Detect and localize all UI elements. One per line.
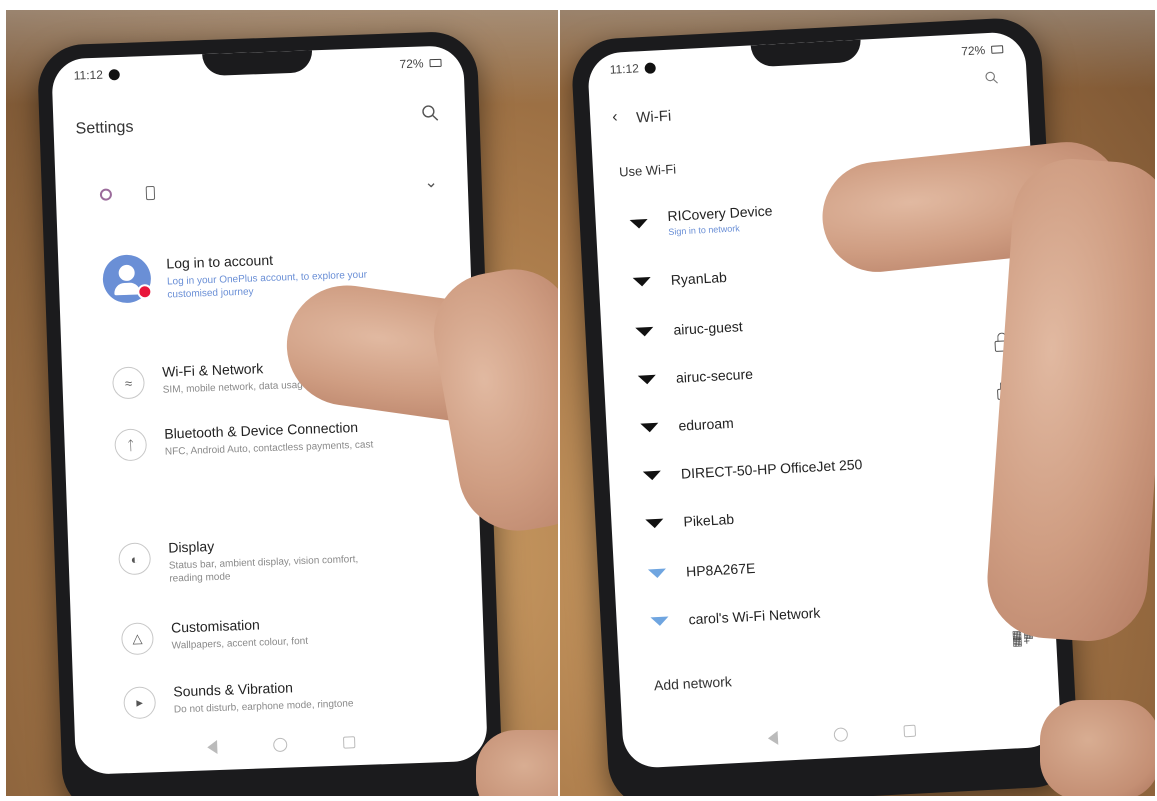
account-title: Log in to account: [166, 251, 274, 272]
left-photo: 11:12 72% Settings ⌄ Log in to account L…: [6, 10, 558, 796]
network-name: RyanLab: [670, 268, 728, 288]
network-name: PikeLab: [683, 510, 735, 530]
nav-recents-icon[interactable]: [342, 736, 356, 749]
back-arrow-icon[interactable]: ‹: [612, 108, 618, 126]
wifi-signal-icon: [635, 326, 654, 337]
wifi-signal-icon: [642, 470, 662, 481]
settings-item-customisation[interactable]: △ Customisation Wallpapers, accent colou…: [120, 615, 309, 656]
settings-item-subtitle: NFC, Android Auto, contactless payments,…: [164, 439, 374, 458]
nav-home-icon[interactable]: [833, 727, 849, 742]
battery-icon: [991, 45, 1004, 54]
network-row[interactable]: airuc-secure: [637, 365, 754, 388]
battery-icon: [429, 58, 442, 68]
network-row[interactable]: PikeLab: [645, 511, 734, 532]
wifi-signal-icon: [629, 219, 649, 229]
wifi-signal-weak-icon: [647, 568, 667, 578]
settings-item-subtitle: Wallpapers, accent colour, font: [171, 635, 309, 652]
wifi-signal-icon: [632, 276, 652, 287]
wifi-signal-icon: [645, 518, 664, 529]
bluetooth-icon: ᛏ: [114, 428, 148, 462]
network-row[interactable]: RICovery Device Sign in to network: [629, 202, 773, 238]
status-time: 11:12: [73, 67, 104, 83]
network-name: HP8A267E: [685, 559, 756, 580]
settings-item-subtitle: Do not disturb, earphone mode, ringtone: [173, 698, 354, 716]
sim-status-icon: [99, 188, 113, 201]
avatar-body: [114, 282, 141, 296]
right-photo: 11:12 72% ‹ Wi-Fi Use Wi-Fi RICovery Dev…: [560, 10, 1155, 796]
settings-item-display[interactable]: ◐ Display Status bar, ambient display, v…: [118, 532, 389, 587]
search-icon[interactable]: [984, 70, 999, 85]
network-status: Sign in to network: [668, 223, 741, 237]
nav-back-icon[interactable]: [767, 730, 779, 746]
settings-item-title: Customisation: [170, 616, 261, 636]
network-row[interactable]: eduroam: [640, 415, 734, 436]
shirt-icon: △: [120, 622, 154, 656]
network-name: airuc-secure: [675, 365, 754, 386]
nav-home-icon[interactable]: [272, 737, 288, 753]
network-name: airuc-guest: [673, 318, 744, 338]
search-icon[interactable]: [421, 104, 440, 123]
display-icon: ◐: [118, 542, 152, 576]
notification-dot-icon: [108, 68, 121, 80]
notification-dot-icon: [644, 61, 657, 74]
network-row[interactable]: HP8A267E: [647, 559, 756, 582]
settings-item-bluetooth[interactable]: ᛏ Bluetooth & Device Connection NFC, And…: [114, 418, 374, 462]
status-time: 11:12: [609, 61, 640, 77]
chevron-down-icon[interactable]: ⌄: [424, 172, 438, 192]
wifi-icon: ≈: [111, 366, 146, 400]
wifi-signal-icon: [637, 374, 657, 385]
avatar-head: [118, 264, 135, 282]
network-row[interactable]: DIRECT-50-HP OfficeJet 250: [642, 456, 863, 483]
battery-text: 72%: [399, 56, 424, 72]
network-name: carol's Wi-Fi Network: [688, 604, 821, 628]
network-name: RICovery Device: [667, 202, 773, 224]
quick-status-row: [99, 185, 156, 202]
settings-item-subtitle: Status bar, ambient display, vision comf…: [168, 554, 359, 585]
wifi-signal-weak-icon: [650, 615, 669, 626]
settings-item-title: Bluetooth & Device Connection: [164, 418, 359, 442]
speaker-icon: ▸: [123, 686, 157, 720]
lower-thumb: [1040, 700, 1155, 796]
settings-item-sounds[interactable]: ▸ Sounds & Vibration Do not disturb, ear…: [123, 677, 354, 720]
battery-text: 72%: [960, 43, 986, 59]
use-wifi-toggle-label[interactable]: Use Wi-Fi: [619, 161, 677, 179]
lower-thumb: [476, 730, 558, 796]
network-row[interactable]: carol's Wi-Fi Network: [650, 604, 821, 630]
add-network-button[interactable]: Add network: [654, 673, 733, 693]
nav-bar: [623, 716, 1061, 753]
nav-back-icon[interactable]: [207, 740, 218, 755]
page-title: Wi-Fi: [635, 107, 672, 127]
network-row[interactable]: airuc-guest: [635, 318, 743, 340]
settings-item-title: Sounds & Vibration: [173, 679, 294, 700]
wifi-signal-icon: [640, 422, 659, 433]
nav-recents-icon[interactable]: [903, 724, 917, 738]
avatar: [102, 254, 152, 304]
vibrate-icon: [145, 185, 156, 201]
network-row[interactable]: RyanLab: [632, 269, 727, 290]
qr-scan-icon[interactable]: ▦▦ ▦+: [1012, 628, 1035, 648]
settings-item-title: Display: [168, 538, 215, 556]
wifi-screen: 11:12 72% ‹ Wi-Fi Use Wi-Fi RICovery Dev…: [586, 31, 1062, 769]
nav-bar: [75, 731, 487, 759]
network-name: DIRECT-50-HP OfficeJet 250: [680, 456, 863, 482]
network-name: eduroam: [678, 414, 735, 434]
page-title: Settings: [75, 118, 134, 138]
